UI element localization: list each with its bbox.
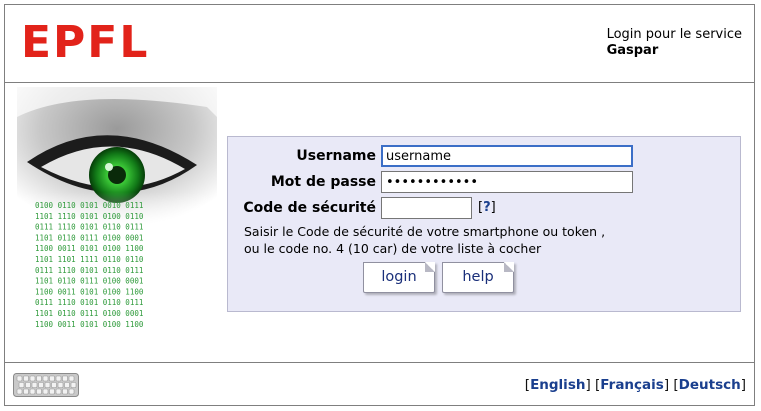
info-line-2: ou le code no. 4 (10 car) de votre liste…	[244, 241, 542, 256]
service-caption: Login pour le service	[606, 27, 742, 42]
code-row: Code de sécurité [?]	[228, 197, 742, 221]
main-area: 0100 0110 0101 0010 0111 1101 1110 0101 0…	[5, 83, 754, 363]
binary-row: 1100 0011 0101 0100 1100	[35, 244, 144, 253]
username-row: Username	[228, 145, 742, 169]
security-code-input[interactable]	[381, 197, 472, 219]
password-input[interactable]	[381, 171, 633, 193]
language-switcher: [English] [Français] [Deutsch]	[524, 377, 746, 393]
epfl-logo: EPFL	[21, 17, 147, 63]
footer: [English] [Français] [Deutsch]	[5, 362, 754, 406]
username-label: Username	[296, 148, 376, 164]
service-name: Gaspar	[606, 43, 659, 58]
service-info: Login pour le service Gaspar	[607, 27, 742, 59]
keyboard-icon[interactable]	[13, 373, 79, 397]
header: EPFL Login pour le service Gaspar	[5, 5, 754, 83]
binary-row: 0111 1110 0101 0110 0111	[35, 223, 143, 232]
help-button[interactable]: help	[442, 262, 514, 293]
binary-row: 0111 1110 0101 0110 0111	[35, 298, 143, 307]
binary-row: 1100 0011 0101 0100 1100	[35, 287, 144, 296]
login-button[interactable]: login	[363, 262, 435, 293]
username-input[interactable]	[381, 145, 633, 167]
code-label: Code de sécurité	[243, 200, 376, 216]
binary-row: 1100 0011 0101 0100 1100	[35, 320, 144, 329]
binary-row: 1101 1110 0101 0100 0110	[35, 212, 144, 221]
binary-row: 0111 1110 0101 0110 0111	[35, 266, 143, 275]
lang-deutsch-link[interactable]: Deutsch	[679, 377, 741, 393]
login-panel: Username Mot de passe Code de sécurité […	[227, 136, 741, 312]
page-frame: EPFL Login pour le service Gaspar 0100 0…	[4, 4, 755, 406]
binary-row: 1101 0110 0111 0100 0001	[35, 309, 143, 318]
code-help-link[interactable]: [?]	[478, 200, 496, 215]
password-label: Mot de passe	[270, 174, 376, 190]
info-line-1: Saisir le Code de sécurité de votre smar…	[244, 224, 606, 239]
binary-code: 0100 0110 0101 0010 0111 1101 1110 0101 0…	[35, 201, 144, 329]
eye-illustration: 0100 0110 0101 0010 0111 1101 1110 0101 0…	[17, 87, 217, 329]
binary-row: 1101 0110 0111 0100 0001	[35, 233, 143, 242]
binary-row: 1101 0110 0111 0100 0001	[35, 277, 143, 286]
password-row: Mot de passe	[228, 171, 742, 195]
svg-text:EPFL: EPFL	[21, 17, 147, 63]
binary-row: 1101 1101 1111 0110 0110	[35, 255, 144, 264]
binary-row: 0100 0110 0101 0010 0111	[35, 201, 143, 210]
info-text: Saisir le Code de sécurité de votre smar…	[244, 223, 605, 257]
lang-francais-link[interactable]: Français	[600, 377, 664, 393]
lang-english-link[interactable]: English	[530, 377, 585, 393]
